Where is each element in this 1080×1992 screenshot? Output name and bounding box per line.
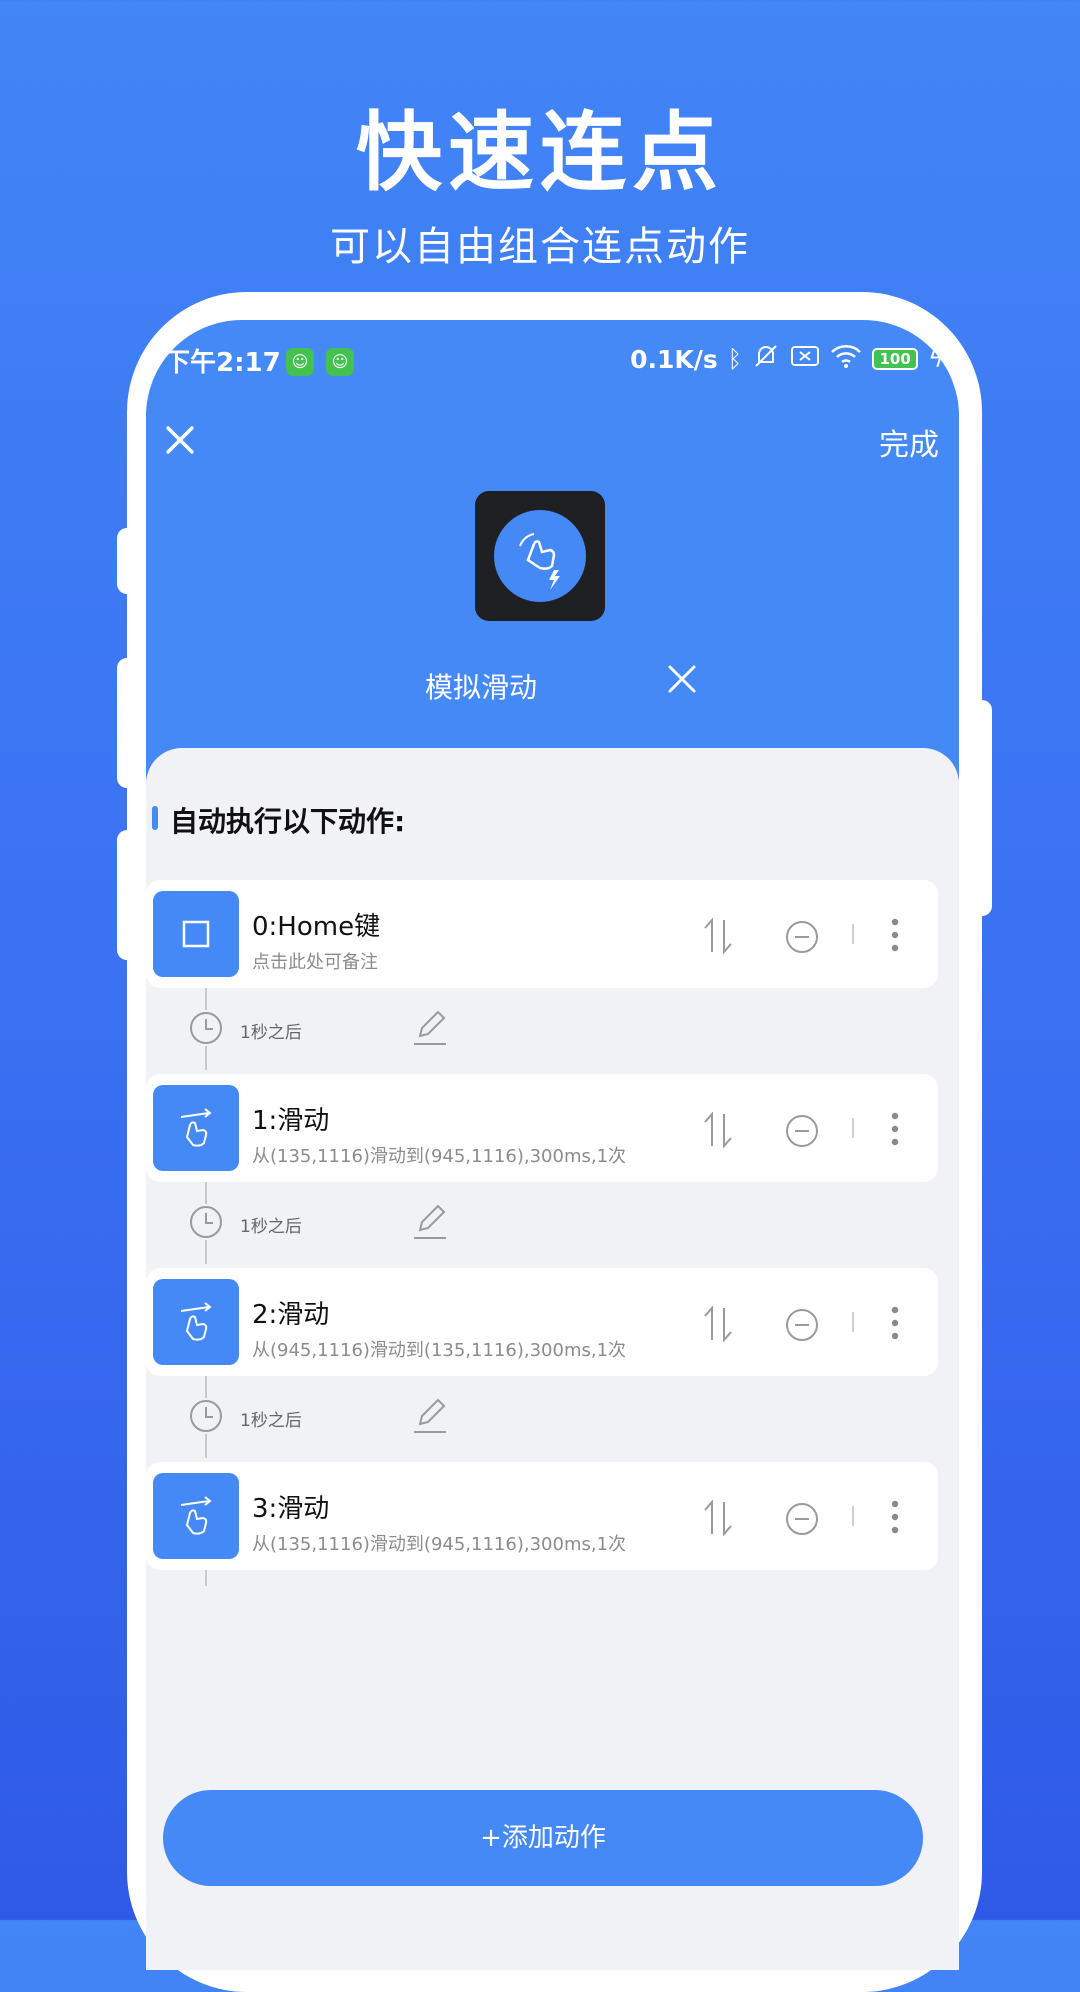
pencil-icon: [414, 1204, 446, 1239]
action-icon: [153, 1473, 239, 1559]
minus-circle-icon: [786, 1309, 818, 1341]
delay-row: 1秒之后: [146, 988, 959, 1068]
swipe-hand-icon: [180, 1108, 212, 1147]
remove-app-button[interactable]: [664, 661, 700, 697]
reorder-button[interactable]: [701, 1111, 735, 1149]
divider: [852, 1312, 854, 1332]
action-list-sheet: 自动执行以下动作: 0:Home键 点击此处可备注 1秒之后 1:滑动 从(13…: [146, 748, 959, 1970]
delay-label: 1秒之后: [240, 1217, 302, 1237]
more-button[interactable]: [891, 1112, 899, 1146]
notification-app-icon: ☺: [286, 348, 314, 376]
home-square-icon: [182, 920, 210, 948]
remove-action-button[interactable]: [785, 920, 819, 954]
edit-delay-button[interactable]: [412, 1396, 448, 1434]
close-icon: [166, 426, 194, 454]
battery-indicator: 100: [872, 348, 919, 370]
edit-delay-button[interactable]: [412, 1008, 448, 1046]
action-subtitle[interactable]: 从(135,1116)滑动到(945,1116),300ms,1次: [252, 1142, 626, 1168]
charging-icon: ϟ: [928, 345, 944, 373]
add-action-button[interactable]: +添加动作: [163, 1790, 923, 1886]
delay-row: 1秒之后: [146, 1376, 959, 1456]
divider: [852, 1118, 854, 1138]
swipe-hand-icon: [180, 1302, 212, 1341]
phone-screen: 下午2:17 ☺ ☺ 0.1K/s ᛒ 100 ϟ 完成 模拟滑动 自动执行以下…: [146, 320, 959, 1970]
minus-circle-icon: [786, 1503, 818, 1535]
divider: [852, 1506, 854, 1526]
sim-x-icon: [790, 344, 820, 374]
remove-action-button[interactable]: [785, 1502, 819, 1536]
remove-action-button[interactable]: [785, 1308, 819, 1342]
swipe-hand-icon: [180, 1496, 212, 1535]
reorder-button[interactable]: [701, 917, 735, 955]
net-speed: 0.1K/s: [630, 344, 718, 374]
reorder-arrows-icon: [704, 1111, 732, 1149]
action-title: 2:滑动: [252, 1300, 330, 1330]
wifi-icon: [830, 343, 862, 375]
more-vertical-icon: [891, 1112, 899, 1146]
action-icon: [153, 891, 239, 977]
clock-icon: [188, 1010, 224, 1046]
bell-muted-icon: [752, 342, 780, 376]
edit-delay-button[interactable]: [412, 1202, 448, 1240]
clock-icon: [188, 1204, 224, 1240]
section-title: 自动执行以下动作:: [170, 805, 406, 838]
action-title: 3:滑动: [252, 1494, 330, 1524]
action-title: 0:Home键: [252, 912, 381, 942]
delay-label: 1秒之后: [240, 1411, 302, 1431]
status-time: 下午2:17: [164, 348, 281, 378]
touch-gesture-icon: [519, 533, 560, 590]
close-icon: [668, 665, 696, 693]
more-button[interactable]: [891, 1500, 899, 1534]
action-card[interactable]: 0:Home键 点击此处可备注: [146, 880, 938, 988]
remove-action-button[interactable]: [785, 1114, 819, 1148]
hero-title: 快速连点: [356, 103, 724, 203]
action-subtitle[interactable]: 从(945,1116)滑动到(135,1116),300ms,1次: [252, 1336, 626, 1362]
divider: [852, 924, 854, 944]
minus-circle-icon: [786, 921, 818, 953]
reorder-arrows-icon: [704, 1305, 732, 1343]
action-subtitle[interactable]: 从(135,1116)滑动到(945,1116),300ms,1次: [252, 1530, 626, 1556]
pencil-icon: [414, 1010, 446, 1045]
action-subtitle[interactable]: 点击此处可备注: [252, 948, 378, 974]
minus-circle-icon: [786, 1115, 818, 1147]
action-icon: [153, 1279, 239, 1365]
pencil-icon: [414, 1398, 446, 1433]
action-card[interactable]: 1:滑动 从(135,1116)滑动到(945,1116),300ms,1次: [146, 1074, 938, 1182]
delay-row: 1秒之后: [146, 1182, 959, 1262]
reorder-button[interactable]: [701, 1499, 735, 1537]
app-name: 模拟滑动: [424, 671, 537, 704]
reorder-arrows-icon: [704, 1499, 732, 1537]
app-icon-circle: [494, 510, 586, 602]
more-button[interactable]: [891, 918, 899, 952]
delay-label: 1秒之后: [240, 1023, 302, 1043]
status-right-group: 0.1K/s ᛒ 100 ϟ: [630, 342, 944, 376]
reorder-button[interactable]: [701, 1305, 735, 1343]
section-accent-bar: [152, 806, 158, 830]
header-area: 下午2:17 ☺ ☺ 0.1K/s ᛒ 100 ϟ 完成 模拟滑动: [146, 320, 959, 780]
done-button[interactable]: 完成: [879, 420, 939, 464]
notification-app-icon: ☺: [326, 348, 354, 376]
more-button[interactable]: [891, 1306, 899, 1340]
action-card[interactable]: 2:滑动 从(945,1116)滑动到(135,1116),300ms,1次: [146, 1268, 938, 1376]
action-card[interactable]: 3:滑动 从(135,1116)滑动到(945,1116),300ms,1次: [146, 1462, 938, 1570]
app-icon[interactable]: [475, 491, 605, 621]
clock-icon: [188, 1398, 224, 1434]
more-vertical-icon: [891, 1306, 899, 1340]
bluetooth-icon: ᛒ: [727, 345, 743, 373]
close-button[interactable]: [158, 418, 202, 462]
more-vertical-icon: [891, 1500, 899, 1534]
status-bar: 下午2:17 ☺ ☺ 0.1K/s ᛒ 100 ϟ: [164, 338, 944, 388]
reorder-arrows-icon: [704, 917, 732, 955]
action-title: 1:滑动: [252, 1106, 330, 1136]
hero-subtitle: 可以自由组合连点动作: [330, 224, 750, 270]
action-icon: [153, 1085, 239, 1171]
more-vertical-icon: [891, 918, 899, 952]
